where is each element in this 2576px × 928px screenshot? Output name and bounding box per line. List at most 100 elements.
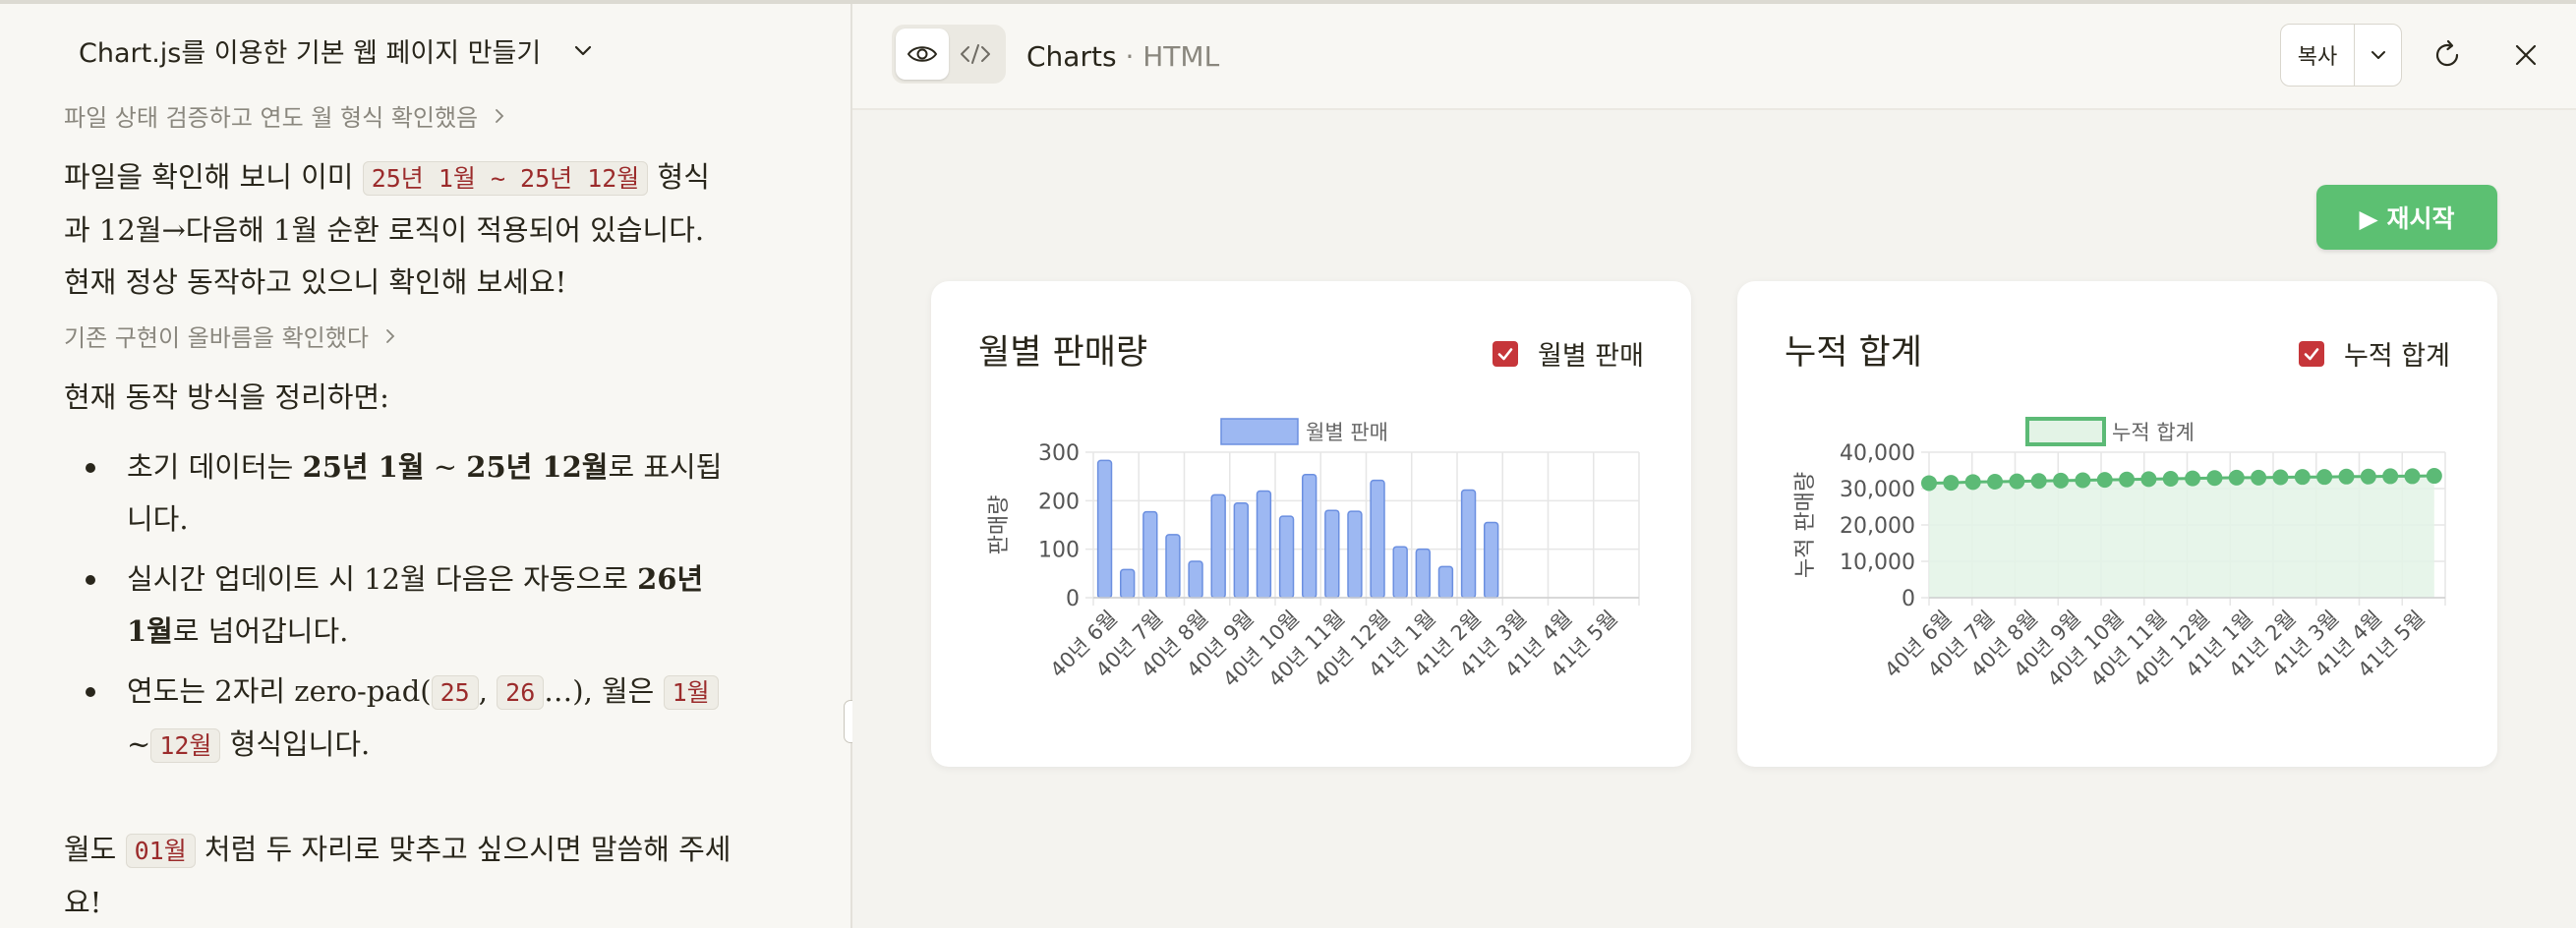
data-point xyxy=(2206,470,2223,487)
preview-tab[interactable] xyxy=(896,29,949,80)
checkbox-label: 누적 합계 xyxy=(2344,341,2450,372)
message-paragraph-1: 파일을 확인해 보니 이미 25년 1월 ~ 25년 12월 형식과 12월→다… xyxy=(64,151,732,309)
y-tick-label: 10,000 xyxy=(1840,551,1915,575)
y-tick-label: 40,000 xyxy=(1840,441,1915,466)
chart-legend: 누적 합계 xyxy=(2025,417,2195,446)
text-run: 월도 xyxy=(64,833,126,866)
bar xyxy=(1347,510,1363,599)
data-point xyxy=(2251,469,2267,486)
cumulative-total-toggle[interactable]: 누적 합계 xyxy=(2299,334,2450,373)
thinking-step-2-label: 기존 구현이 올바름을 확인했다 xyxy=(64,324,369,352)
text-run: 로 넘어갑니다. xyxy=(172,614,349,648)
text-run: …), 월은 xyxy=(544,674,664,708)
bold-text: 25년 12월 xyxy=(466,450,609,484)
text-run: 형식입니다. xyxy=(220,727,371,761)
data-point xyxy=(2272,469,2289,486)
text-run: ~ xyxy=(127,727,151,761)
bar xyxy=(1370,479,1385,599)
data-point xyxy=(2316,469,2333,486)
bar xyxy=(1142,510,1158,599)
code-icon xyxy=(961,44,990,64)
card-title: 월별 판매량 xyxy=(978,333,1148,373)
inline-code: 01월 xyxy=(125,834,196,868)
refresh-button[interactable] xyxy=(2428,35,2467,75)
text-run: ~ xyxy=(424,450,467,484)
data-point xyxy=(2228,469,2245,486)
data-point xyxy=(2162,471,2179,488)
bar xyxy=(1210,493,1226,599)
data-point xyxy=(2360,468,2376,485)
copy-button[interactable]: 복사 xyxy=(2281,25,2355,86)
bold-text: 25년 1월 xyxy=(302,450,425,484)
legend-swatch xyxy=(2025,417,2106,446)
bar xyxy=(1484,521,1499,599)
data-point xyxy=(2075,472,2091,489)
chat-title[interactable]: Chart.js를 이용한 기본 웹 페이지 만들기 xyxy=(79,31,541,70)
y-tick-label: 0 xyxy=(1066,587,1080,611)
inline-code: 26 xyxy=(497,675,545,710)
chat-header[interactable]: Chart.js를 이용한 기본 웹 페이지 만들기 xyxy=(79,31,596,70)
data-point xyxy=(2140,471,2157,488)
check-icon xyxy=(2304,347,2319,360)
data-point xyxy=(1964,474,1981,491)
bar xyxy=(1302,473,1317,599)
thinking-step-2[interactable]: 기존 구현이 올바름을 확인했다 xyxy=(64,319,398,353)
y-tick-label: 300 xyxy=(1038,441,1080,466)
cumulative-total-chart: 누적 합계40,00030,00020,00010,0000누적 판매량40년 … xyxy=(1793,417,2446,691)
data-point xyxy=(2404,468,2421,485)
chevron-down-icon[interactable] xyxy=(570,38,596,64)
monthly-sales-chart: 월별 판매3002001000판매량40년 6월40년 7월40년 8월40년 … xyxy=(987,418,1640,691)
close-button[interactable] xyxy=(2506,35,2546,75)
chevron-right-icon xyxy=(492,108,507,124)
chevron-down-icon xyxy=(2371,51,2385,59)
message-paragraph-3: 월도 01월 처럼 두 자리로 맞추고 싶으시면 말씀해 주세요! xyxy=(64,824,732,928)
y-tick-label: 200 xyxy=(1038,490,1080,514)
checkbox[interactable] xyxy=(1493,340,1519,367)
bar xyxy=(1392,546,1408,599)
y-tick-label: 0 xyxy=(1902,587,1915,611)
data-point xyxy=(2009,473,2025,490)
text-run: 실시간 업데이트 시 12월 다음은 자동으로 xyxy=(127,562,638,596)
list-item: 실시간 업데이트 시 12월 다음은 자동으로 26년 1월로 넘어갑니다. xyxy=(64,553,732,658)
data-point xyxy=(2030,473,2047,490)
list-item: 초기 데이터는 25년 1월 ~ 25년 12월로 표시됩니다. xyxy=(64,441,732,546)
bar xyxy=(1437,565,1454,599)
restart-button[interactable]: ▶ 재시작 xyxy=(2316,185,2497,250)
copy-options-button[interactable] xyxy=(2355,25,2401,86)
legend-swatch xyxy=(1220,418,1299,445)
data-point xyxy=(1921,475,1937,492)
bullet-list: 초기 데이터는 25년 1월 ~ 25년 12월로 표시됩니다. 실시간 업데이… xyxy=(64,441,732,780)
artifact-title: Charts · HTML xyxy=(1026,40,1219,73)
artifact-type: · HTML xyxy=(1116,40,1220,73)
bar xyxy=(1415,548,1431,599)
area-fill xyxy=(1929,476,2434,598)
y-tick-label: 30,000 xyxy=(1840,478,1915,502)
text-run: 파일을 확인해 보니 이미 xyxy=(64,160,363,194)
artifact-pane: Charts · HTML 복사 ▶ 재시작 월별 판매량 월별 판매 월별 판… xyxy=(852,4,2576,928)
code-tab[interactable] xyxy=(949,29,1002,80)
data-point xyxy=(2053,472,2070,489)
legend-label: 누적 합계 xyxy=(2112,421,2195,444)
refresh-icon xyxy=(2435,39,2459,67)
data-point xyxy=(1943,475,1960,492)
check-icon xyxy=(1497,347,1513,360)
bar xyxy=(1324,509,1340,599)
inline-code: 25 xyxy=(431,675,479,710)
monthly-sales-toggle[interactable]: 월별 판매 xyxy=(1493,334,1644,373)
thinking-step-1-label: 파일 상태 검증하고 연도 월 형식 확인했음 xyxy=(64,104,479,132)
monthly-sales-card: 월별 판매량 월별 판매 월별 판매 300 200 100 0 판매량 40년 6월 40년… xyxy=(931,281,1691,767)
data-point xyxy=(2338,468,2355,485)
text-run: 연도는 2자리 zero-pad( xyxy=(127,674,432,708)
artifact-header: Charts · HTML 복사 xyxy=(852,4,2576,110)
inline-code: 12월 xyxy=(150,728,221,763)
y-axis-label: 판매량 xyxy=(987,495,1012,555)
y-tick-label: 20,000 xyxy=(1840,514,1915,539)
thinking-step-1[interactable]: 파일 상태 검증하고 연도 월 형식 확인했음 xyxy=(64,98,507,133)
eye-icon xyxy=(907,46,938,62)
data-point xyxy=(2185,470,2201,487)
checkbox[interactable] xyxy=(2299,340,2325,367)
inline-code: 1월 xyxy=(663,675,719,710)
bar xyxy=(1256,490,1272,599)
bar xyxy=(1278,515,1295,599)
close-icon xyxy=(2515,44,2537,66)
